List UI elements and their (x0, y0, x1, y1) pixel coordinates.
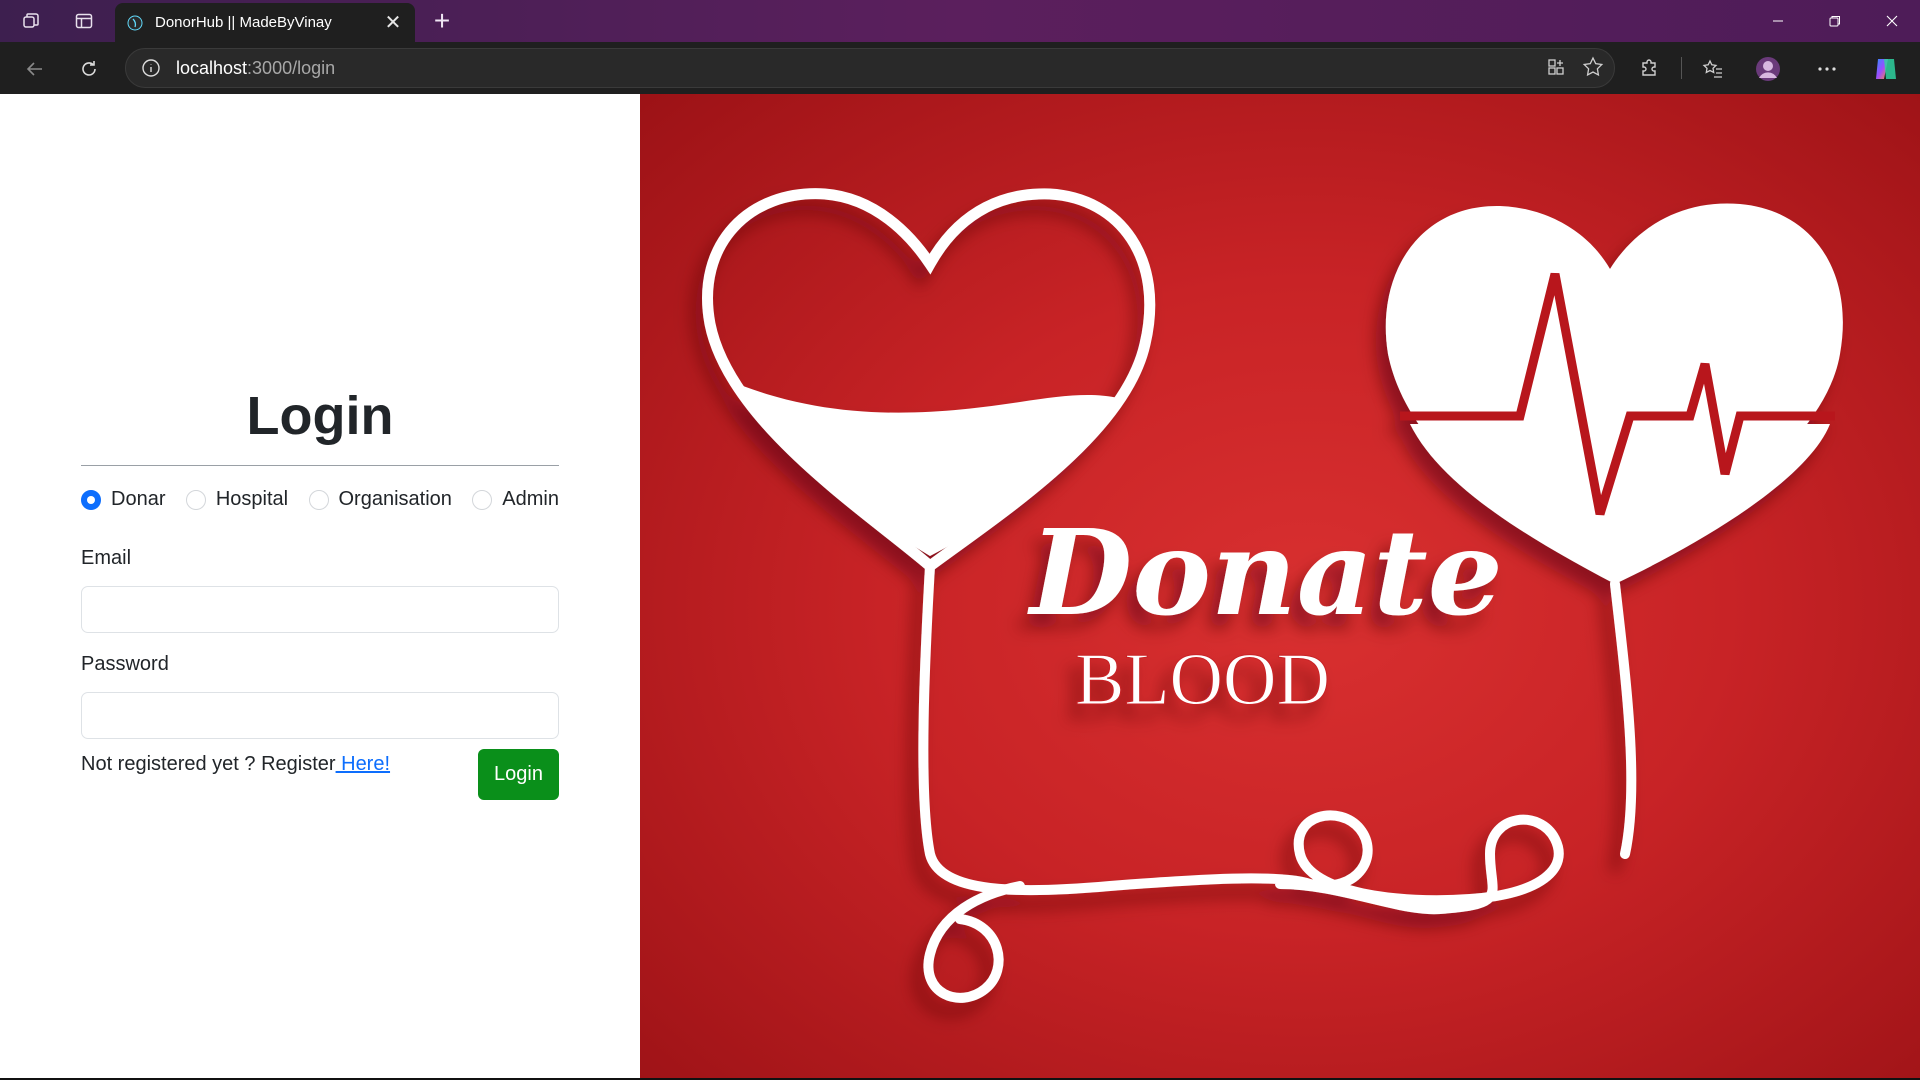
refresh-icon[interactable] (71, 51, 107, 87)
radio-admin[interactable] (472, 489, 493, 510)
tab-title: DonorHub || MadeByVinay (155, 14, 332, 31)
register-prompt: Not registered yet ? Register Here! (81, 753, 390, 776)
favorites-icon[interactable] (1695, 51, 1731, 87)
password-field[interactable] (81, 692, 559, 739)
address-bar[interactable]: localhost:3000/login (125, 48, 1615, 88)
favicon-icon (127, 15, 143, 30)
active-tab[interactable]: DonorHub || MadeByVinay ✕ (115, 3, 415, 42)
donate-blood-illustration: Donate BLOOD (702, 188, 1843, 1003)
favorite-star-icon[interactable] (1582, 56, 1604, 83)
close-tab-icon[interactable]: ✕ (383, 13, 403, 33)
restore-icon[interactable] (1806, 0, 1863, 42)
tab-actions-icon[interactable] (63, 0, 105, 42)
url-text[interactable]: localhost:3000/login (176, 58, 335, 79)
new-tab-icon[interactable]: + (422, 0, 462, 42)
password-label: Password (81, 653, 169, 675)
register-text: Not registered yet ? Register (81, 753, 336, 775)
role-option-admin[interactable]: Admin (472, 488, 559, 511)
role-option-donar[interactable]: Donar (81, 488, 165, 511)
minimize-icon[interactable] (1749, 0, 1806, 42)
page-content: Login Donar Hospital Organisation Admin (0, 94, 1920, 1080)
back-icon[interactable] (17, 51, 53, 87)
browser-toolbar: localhost:3000/login (0, 42, 1920, 94)
toolbar-divider (1681, 57, 1682, 79)
workspaces-icon[interactable] (10, 0, 52, 42)
role-label: Hospital (215, 488, 289, 510)
donate-script-text: Donate (1027, 503, 1503, 642)
url-host: localhost (176, 57, 248, 78)
browser-tab-bar: DonorHub || MadeByVinay ✕ + (0, 0, 1920, 42)
login-button[interactable]: Login (478, 749, 559, 800)
radio-organisation[interactable] (308, 489, 329, 510)
radio-hospital[interactable] (185, 489, 206, 510)
login-form: Login Donar Hospital Organisation Admin (81, 389, 559, 801)
window-controls (1749, 0, 1920, 42)
role-label: Admin (502, 488, 559, 510)
email-field[interactable] (81, 586, 559, 633)
more-icon[interactable] (1809, 51, 1845, 87)
extensions-icon[interactable] (1632, 51, 1668, 87)
email-label: Email (81, 547, 132, 569)
app-available-icon[interactable] (1546, 57, 1566, 82)
radio-donar[interactable] (81, 489, 101, 510)
role-label: Donar (111, 488, 166, 510)
site-info-icon[interactable] (126, 58, 176, 78)
role-radio-group: Donar Hospital Organisation Admin (81, 488, 559, 511)
donate-blood-banner: Donate BLOOD (640, 94, 1920, 1080)
form-footer: Not registered yet ? Register Here! Logi… (81, 749, 559, 801)
title-divider (81, 465, 559, 466)
profile-icon[interactable] (1750, 51, 1786, 87)
role-label: Organisation (338, 488, 452, 510)
close-window-icon[interactable] (1863, 0, 1920, 42)
role-option-organisation[interactable]: Organisation (308, 488, 452, 511)
url-path: :3000/login (247, 57, 336, 78)
page-title: Login (246, 386, 394, 446)
register-link[interactable]: Here! (336, 753, 390, 775)
role-option-hospital[interactable]: Hospital (185, 488, 289, 511)
copilot-icon[interactable] (1868, 51, 1904, 87)
login-panel: Login Donar Hospital Organisation Admin (0, 94, 640, 1080)
blood-caps-text: BLOOD (1075, 639, 1330, 721)
